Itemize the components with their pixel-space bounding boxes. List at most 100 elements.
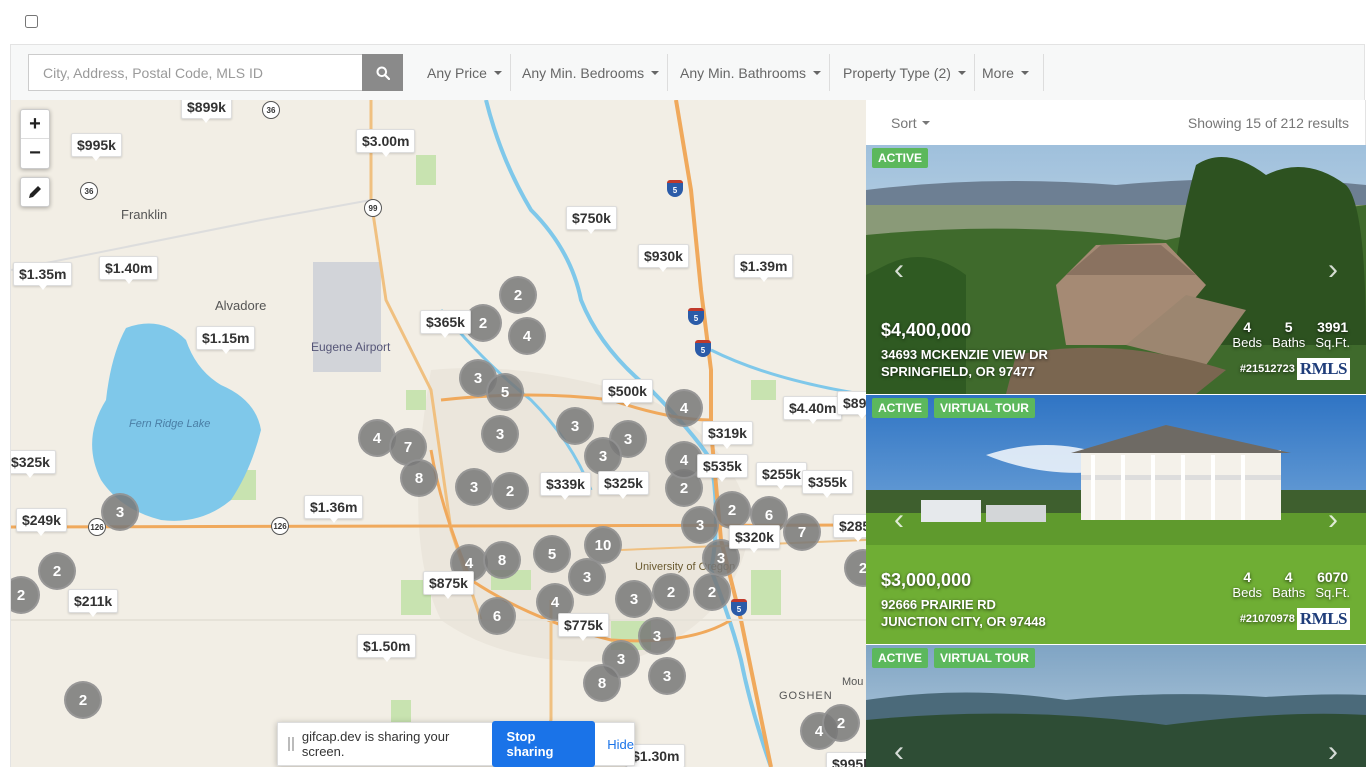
chevron-right-icon[interactable]: › bbox=[1328, 254, 1338, 285]
draw-button[interactable] bbox=[20, 177, 50, 207]
chevron-left-icon[interactable]: ‹ bbox=[894, 737, 904, 767]
price-marker[interactable]: $1.40m bbox=[99, 256, 159, 284]
chevron-left-icon[interactable]: ‹ bbox=[894, 504, 904, 535]
cluster-marker[interactable]: 4 bbox=[508, 317, 546, 355]
price-marker[interactable]: $995k bbox=[71, 133, 122, 161]
price-marker[interactable]: $320k bbox=[729, 525, 780, 553]
price-marker[interactable]: $355k bbox=[802, 470, 853, 498]
interstate-shield: 5 bbox=[688, 308, 704, 325]
top-checkbox[interactable] bbox=[25, 15, 38, 28]
mls-info: #21070978 RMLS bbox=[1240, 608, 1350, 630]
search-input[interactable] bbox=[28, 54, 362, 91]
listing-price: $3,000,000 bbox=[881, 570, 972, 590]
bedrooms-filter[interactable]: Any Min. Bedrooms bbox=[514, 54, 669, 91]
bathrooms-filter-label: Any Min. Bathrooms bbox=[680, 64, 807, 81]
listing-city: SPRINGFIELD, OR 97477 bbox=[881, 364, 1035, 379]
cluster-marker[interactable]: 6 bbox=[478, 597, 516, 635]
cluster-marker[interactable]: 2 bbox=[652, 573, 690, 611]
hide-link[interactable]: Hide bbox=[607, 737, 634, 752]
chevron-left-icon[interactable]: ‹ bbox=[894, 254, 904, 285]
cluster-marker[interactable]: 2 bbox=[693, 573, 731, 611]
price-marker[interactable]: $995k bbox=[826, 752, 866, 767]
zoom-in-button[interactable]: + bbox=[21, 110, 49, 139]
listing-card[interactable]: ACTIVE ‹ › $4,400,000 34693 MCKENZIE VIE… bbox=[866, 145, 1366, 394]
price-marker[interactable]: $750k bbox=[566, 206, 617, 234]
price-filter-label: Any Price bbox=[427, 64, 487, 81]
stop-sharing-button[interactable]: Stop sharing bbox=[491, 721, 596, 767]
price-marker[interactable]: $875k bbox=[423, 571, 474, 599]
cluster-marker[interactable]: 2 bbox=[822, 704, 860, 742]
virtual-tour-badge[interactable]: VIRTUAL TOUR bbox=[934, 648, 1035, 668]
cluster-marker[interactable]: 3 bbox=[648, 657, 686, 695]
sqft-label: Sq.Ft. bbox=[1315, 335, 1350, 350]
highway-shield: 36 bbox=[80, 182, 98, 200]
zoom-out-button[interactable]: − bbox=[21, 139, 49, 168]
cluster-marker[interactable]: 5 bbox=[486, 373, 524, 411]
chevron-down-icon bbox=[1020, 70, 1029, 75]
listing-card[interactable]: ACTIVE VIRTUAL TOUR ‹ › bbox=[866, 645, 1366, 767]
cluster-marker[interactable]: 8 bbox=[483, 541, 521, 579]
search-button[interactable] bbox=[362, 54, 403, 91]
cluster-marker[interactable]: 3 bbox=[584, 437, 622, 475]
price-marker[interactable]: $1.35m bbox=[13, 262, 73, 290]
cluster-marker[interactable]: 2 bbox=[499, 276, 537, 314]
price-marker[interactable]: $930k bbox=[638, 244, 689, 272]
price-filter[interactable]: Any Price bbox=[419, 54, 511, 91]
price-marker[interactable]: $535k bbox=[697, 454, 748, 482]
chevron-down-icon bbox=[921, 120, 930, 125]
listing-address: 34693 MCKENZIE VIEW DR SPRINGFIELD, OR 9… bbox=[881, 346, 1048, 380]
chevron-right-icon[interactable]: › bbox=[1328, 504, 1338, 535]
price-marker[interactable]: $899k bbox=[181, 100, 232, 123]
cluster-marker[interactable]: 3 bbox=[638, 617, 676, 655]
bathrooms-filter[interactable]: Any Min. Bathrooms bbox=[672, 54, 831, 91]
cluster-marker[interactable]: 3 bbox=[568, 558, 606, 596]
highway-shield: 36 bbox=[262, 101, 280, 119]
price-marker[interactable]: $4.40m bbox=[783, 396, 843, 424]
price-marker[interactable]: $895k bbox=[837, 391, 866, 419]
listing-card[interactable]: ACTIVE VIRTUAL TOUR ‹ › $3,000,000 92666… bbox=[866, 395, 1366, 644]
interstate-shield: 5 bbox=[731, 599, 747, 616]
price-marker[interactable]: $339k bbox=[540, 472, 591, 500]
price-marker[interactable]: $319k bbox=[702, 421, 753, 449]
cluster-marker[interactable]: 2 bbox=[491, 472, 529, 510]
drag-handle-icon[interactable] bbox=[288, 737, 294, 751]
map[interactable]: + − Franklin Alvadore Eugene Airport Fer… bbox=[10, 100, 866, 767]
cluster-marker[interactable]: 8 bbox=[400, 459, 438, 497]
cluster-marker[interactable]: 3 bbox=[556, 407, 594, 445]
search-icon bbox=[376, 66, 390, 80]
price-marker[interactable]: $325k bbox=[598, 471, 649, 499]
price-marker[interactable]: $285k bbox=[833, 514, 866, 542]
price-marker[interactable]: $249k bbox=[16, 508, 67, 536]
more-filter[interactable]: More bbox=[974, 54, 1044, 91]
zoom-control: + − bbox=[20, 109, 50, 169]
price-marker[interactable]: $325k bbox=[11, 450, 56, 478]
virtual-tour-badge[interactable]: VIRTUAL TOUR bbox=[934, 398, 1035, 418]
cluster-marker[interactable]: 8 bbox=[583, 664, 621, 702]
cluster-marker[interactable]: 3 bbox=[481, 415, 519, 453]
sort-dropdown[interactable]: Sort bbox=[891, 115, 930, 131]
price-marker[interactable]: $775k bbox=[558, 613, 609, 641]
cluster-marker[interactable]: 3 bbox=[615, 580, 653, 618]
beds-label: Beds bbox=[1232, 585, 1263, 600]
interstate-shield: 5 bbox=[667, 180, 683, 197]
cluster-marker[interactable]: 3 bbox=[455, 468, 493, 506]
price-marker[interactable]: $255k bbox=[756, 462, 807, 490]
price-marker[interactable]: $365k bbox=[420, 310, 471, 338]
price-marker[interactable]: $3.00m bbox=[356, 129, 416, 157]
property-type-filter[interactable]: Property Type (2) bbox=[835, 54, 975, 91]
chevron-right-icon[interactable]: › bbox=[1328, 737, 1338, 767]
price-marker[interactable]: $1.50m bbox=[357, 634, 417, 662]
interstate-shield: 5 bbox=[695, 340, 711, 357]
price-marker[interactable]: $1.39m bbox=[734, 254, 794, 282]
price-marker[interactable]: $211k bbox=[68, 589, 119, 617]
cluster-marker[interactable]: 7 bbox=[783, 513, 821, 551]
price-marker[interactable]: $1.36m bbox=[304, 495, 364, 523]
cluster-marker[interactable]: 2 bbox=[64, 681, 102, 719]
cluster-marker[interactable]: 3 bbox=[681, 506, 719, 544]
price-marker[interactable]: $500k bbox=[602, 379, 653, 407]
price-marker[interactable]: $1.15m bbox=[196, 326, 256, 354]
cluster-marker[interactable]: 2 bbox=[38, 552, 76, 590]
cluster-marker[interactable]: 5 bbox=[533, 535, 571, 573]
cluster-marker[interactable]: 4 bbox=[665, 389, 703, 427]
cluster-marker[interactable]: 3 bbox=[101, 493, 139, 531]
